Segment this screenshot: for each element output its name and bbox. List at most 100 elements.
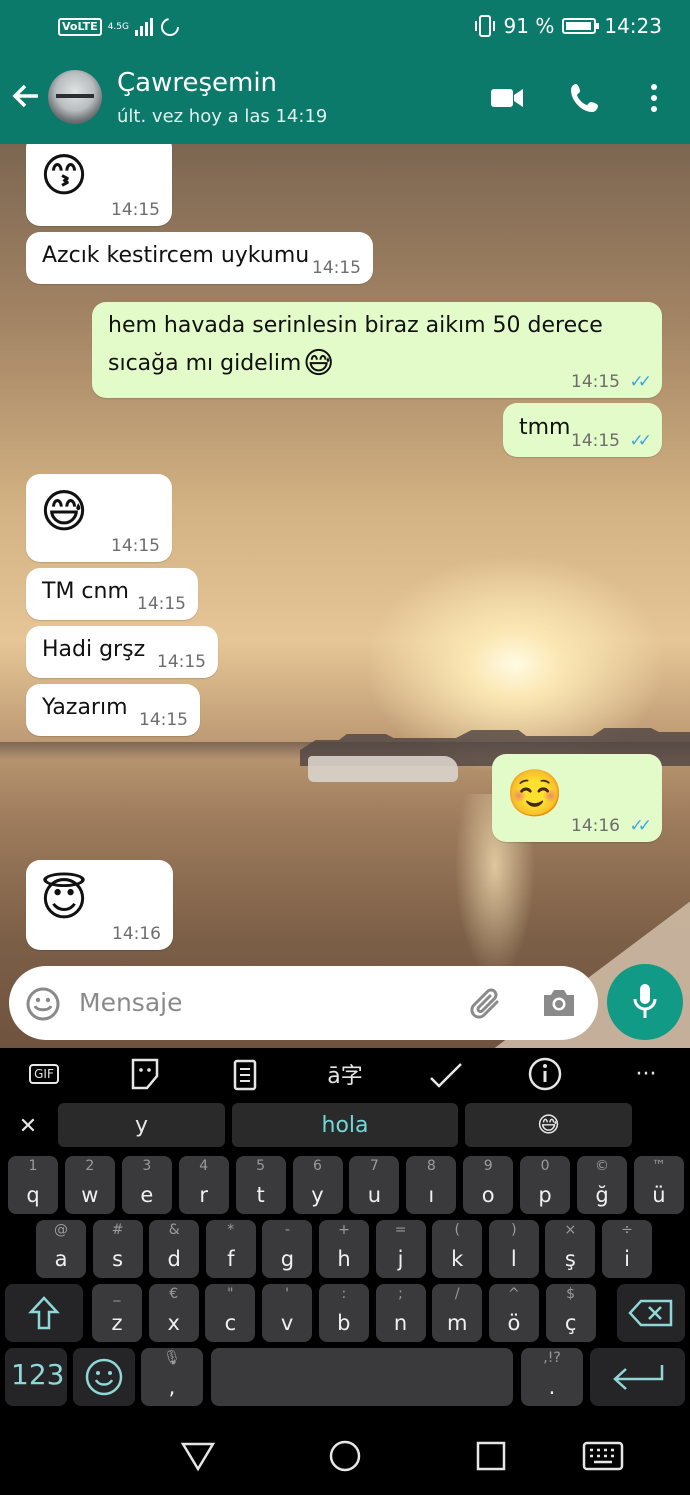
- key[interactable]: _ z: [92, 1284, 142, 1342]
- key[interactable]: # s: [92, 1220, 143, 1278]
- message-bubble[interactable]: 😅 14:15: [26, 474, 172, 562]
- more-tools-icon[interactable]: ···: [626, 1056, 666, 1092]
- emoji-icon[interactable]: [25, 986, 61, 1022]
- key[interactable]: 7u: [349, 1156, 400, 1214]
- back-arrow-icon[interactable]: [10, 80, 42, 112]
- message-time: 14:15: [571, 431, 620, 451]
- key-label: q: [26, 1183, 40, 1207]
- key[interactable]: ; n: [375, 1284, 426, 1342]
- key[interactable]: 4r: [178, 1156, 229, 1214]
- key[interactable]: ™ ü: [633, 1156, 684, 1214]
- camera-icon[interactable]: [540, 986, 578, 1020]
- key-secondary: _: [113, 1286, 121, 1302]
- space-key[interactable]: [211, 1348, 513, 1406]
- key-secondary: ;: [398, 1286, 403, 1302]
- clipboard-icon[interactable]: [225, 1056, 265, 1092]
- enter-key[interactable]: [590, 1348, 685, 1406]
- emoji-key[interactable]: [73, 1348, 135, 1406]
- voice-call-icon[interactable]: [567, 80, 603, 116]
- key-label: z: [111, 1311, 123, 1335]
- gif-icon[interactable]: GIF: [24, 1056, 64, 1092]
- key[interactable]: (k: [432, 1220, 483, 1278]
- comma-key[interactable]: 🎙 ,: [141, 1348, 203, 1406]
- key[interactable]: ^ ö: [488, 1284, 539, 1342]
- message-bubble[interactable]: ☺️ 14:16 ✓✓: [492, 754, 662, 842]
- contact-name[interactable]: Çawreşemin: [117, 68, 277, 98]
- key[interactable]: 8ı: [406, 1156, 457, 1214]
- key[interactable]: 2w: [64, 1156, 115, 1214]
- video-call-icon[interactable]: [489, 80, 525, 116]
- key-secondary: ): [511, 1222, 517, 1238]
- message-text: tmm: [519, 415, 571, 440]
- nav-back-icon[interactable]: [180, 1440, 216, 1472]
- key[interactable]: 9o: [463, 1156, 514, 1214]
- navigation-bar: [0, 1420, 690, 1495]
- key-secondary: 1: [28, 1158, 38, 1174]
- message-bubble[interactable]: hem havada serinlesin biraz aikım 50 der…: [92, 302, 662, 398]
- translate-icon[interactable]: ā字: [325, 1056, 365, 1092]
- read-ticks-icon: ✓✓: [629, 431, 652, 451]
- sticker-icon[interactable]: [125, 1056, 165, 1092]
- key[interactable]: × ş: [545, 1220, 596, 1278]
- key[interactable]: 0p: [520, 1156, 571, 1214]
- shift-key[interactable]: [5, 1284, 83, 1342]
- clock: 14:23: [604, 14, 662, 38]
- key-label: ç: [564, 1311, 577, 1335]
- message-bubble[interactable]: TM cnm 14:15: [26, 568, 198, 620]
- message-bubble[interactable]: tmm 14:15 ✓✓: [503, 403, 662, 457]
- key[interactable]: / m: [432, 1284, 483, 1342]
- shift-arrow-icon: [28, 1296, 60, 1330]
- key[interactable]: 1q: [8, 1156, 58, 1214]
- key[interactable]: ) l: [488, 1220, 539, 1278]
- avatar[interactable]: [48, 70, 102, 124]
- key-label: y: [311, 1183, 324, 1207]
- key[interactable]: € x: [148, 1284, 199, 1342]
- period-key[interactable]: ,!? .: [521, 1348, 583, 1406]
- message-bubble[interactable]: Hadi grşz 14:15: [26, 626, 218, 678]
- key[interactable]: + h: [319, 1220, 369, 1278]
- key[interactable]: ' v: [262, 1284, 313, 1342]
- enter-arrow-icon: [613, 1365, 664, 1390]
- suggestion-1[interactable]: y: [58, 1103, 225, 1147]
- key-label: p: [538, 1183, 552, 1207]
- key-label: n: [393, 1311, 408, 1335]
- message-bubble[interactable]: Yazarım 14:15: [26, 684, 200, 736]
- key[interactable]: $ ç: [545, 1284, 596, 1342]
- message-emoji: 😙: [40, 148, 88, 202]
- key[interactable]: 6y: [292, 1156, 343, 1214]
- voice-message-button[interactable]: [607, 964, 683, 1040]
- key[interactable]: ÷ i: [602, 1220, 652, 1278]
- key[interactable]: :b: [318, 1284, 369, 1342]
- read-ticks-icon: ✓✓: [629, 816, 652, 836]
- key[interactable]: © ğ: [577, 1156, 627, 1214]
- message-bubble[interactable]: 😙 14:15: [26, 144, 172, 226]
- close-suggestions-icon[interactable]: ✕: [8, 1108, 48, 1144]
- key[interactable]: -g: [262, 1220, 313, 1278]
- key[interactable]: = j: [375, 1220, 426, 1278]
- key[interactable]: * f: [205, 1220, 256, 1278]
- suggestion-3[interactable]: 😅: [465, 1103, 632, 1147]
- key-label: ı: [428, 1183, 435, 1207]
- key[interactable]: 3e: [121, 1156, 172, 1214]
- key-secondary: 9: [483, 1158, 493, 1174]
- key[interactable]: " c: [205, 1284, 256, 1342]
- message-bubble[interactable]: Azcık kestircem uykumu 14:15: [26, 232, 373, 284]
- nav-keyboard-icon[interactable]: [582, 1440, 624, 1472]
- message-input-bar[interactable]: Mensaje: [9, 966, 598, 1040]
- key[interactable]: & d: [149, 1220, 200, 1278]
- backspace-key[interactable]: [617, 1284, 685, 1342]
- info-icon[interactable]: [525, 1056, 565, 1092]
- message-bubble[interactable]: 😇 14:16: [26, 860, 173, 950]
- key[interactable]: 5t: [235, 1156, 286, 1214]
- vibrate-icon: [474, 15, 495, 37]
- attach-icon[interactable]: [469, 984, 505, 1022]
- more-options-icon[interactable]: [636, 80, 672, 116]
- suggestion-2[interactable]: hola: [232, 1103, 458, 1147]
- key[interactable]: @ a: [36, 1220, 86, 1278]
- handwriting-icon[interactable]: [425, 1056, 465, 1092]
- nav-home-icon[interactable]: [327, 1438, 363, 1474]
- chat-area[interactable]: 😙 14:15 Azcık kestircem uykumu 14:15 hem…: [0, 144, 690, 1048]
- numbers-key[interactable]: 123: [5, 1348, 67, 1406]
- nav-recents-icon[interactable]: [474, 1440, 508, 1472]
- message-input[interactable]: Mensaje: [79, 988, 182, 1017]
